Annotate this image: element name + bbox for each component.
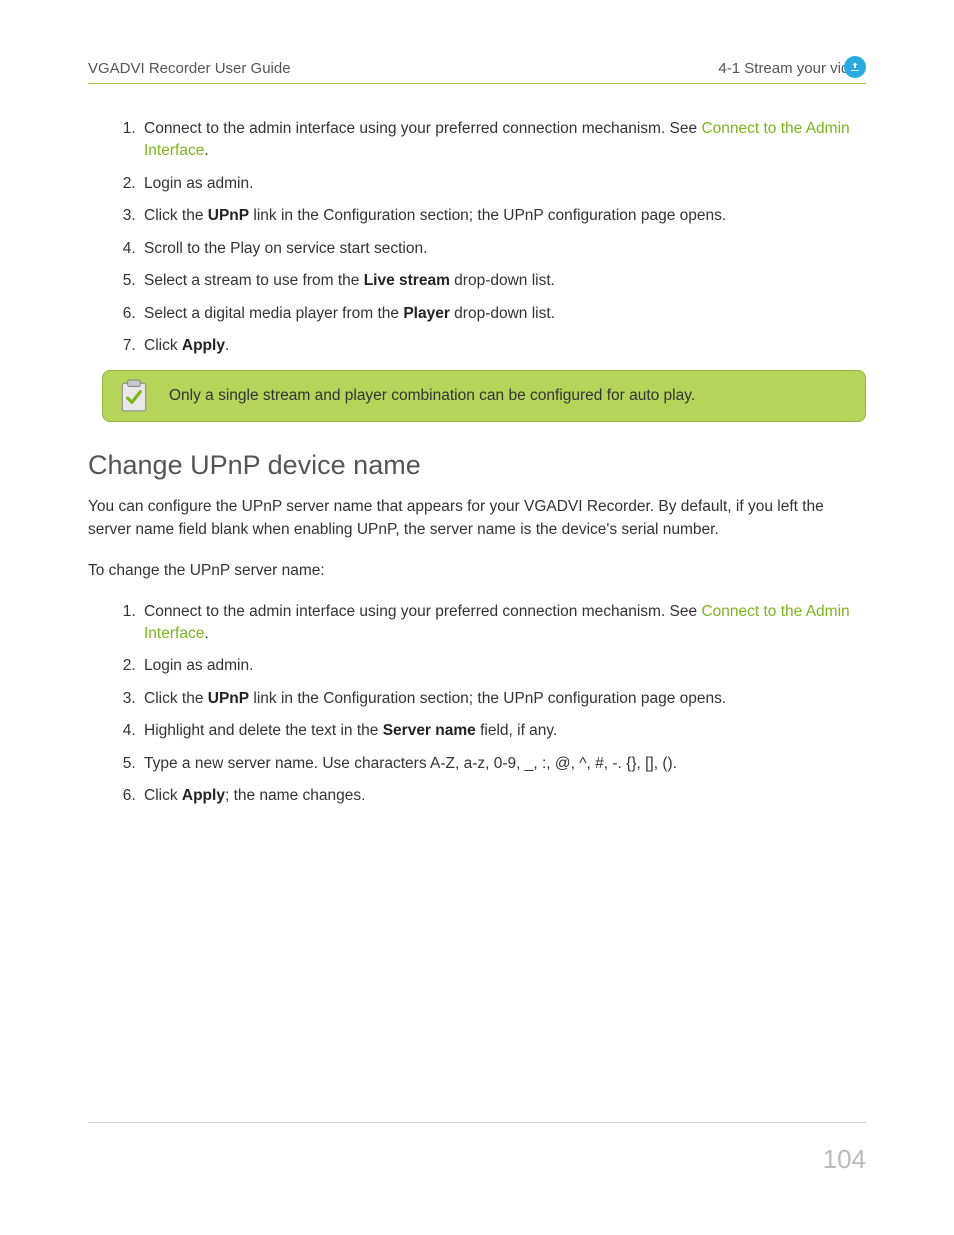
list-item: Connect to the admin interface using you… (140, 118, 866, 163)
list-item: Click Apply. (140, 335, 866, 357)
step-text: Select a digital media player from the (144, 305, 403, 322)
step-text: Click the (144, 690, 208, 707)
share-button[interactable] (844, 56, 866, 78)
step-bold: Apply (182, 337, 225, 354)
step-text: Click (144, 787, 182, 804)
header-doc-title: VGADVI Recorder User Guide (88, 60, 291, 77)
step-bold: Live stream (364, 272, 450, 289)
list-item: Select a digital media player from the P… (140, 303, 866, 325)
step-text: Connect to the admin interface using you… (144, 120, 701, 137)
step-text: drop-down list. (450, 272, 555, 289)
list-item: Login as admin. (140, 655, 866, 677)
step-bold: UPnP (208, 690, 249, 707)
list-item: Connect to the admin interface using you… (140, 601, 866, 646)
share-icon (849, 61, 861, 73)
list-item: Type a new server name. Use characters A… (140, 753, 866, 775)
step-text: drop-down list. (450, 305, 555, 322)
step-text: link in the Configuration section; the U… (249, 207, 726, 224)
list-item: Click the UPnP link in the Configuration… (140, 688, 866, 710)
step-bold: Apply (182, 787, 225, 804)
step-bold: UPnP (208, 207, 249, 224)
step-bold: Player (403, 305, 450, 322)
list-item: Click Apply; the name changes. (140, 785, 866, 807)
footer-divider (88, 1122, 866, 1123)
step-text: Highlight and delete the text in the (144, 722, 383, 739)
procedure-list-2: Connect to the admin interface using you… (88, 601, 866, 808)
step-text: Select a stream to use from the (144, 272, 364, 289)
step-text: . (225, 337, 229, 354)
body-paragraph: To change the UPnP server name: (88, 559, 866, 582)
body-paragraph: You can configure the UPnP server name t… (88, 495, 866, 542)
list-item: Click the UPnP link in the Configuration… (140, 205, 866, 227)
step-text: . (204, 142, 208, 159)
list-item: Select a stream to use from the Live str… (140, 270, 866, 292)
page-number: 104 (823, 1144, 866, 1175)
list-item: Scroll to the Play on service start sect… (140, 238, 866, 260)
step-text: . (204, 625, 208, 642)
step-text: Connect to the admin interface using you… (144, 603, 701, 620)
section-heading: Change UPnP device name (88, 450, 866, 481)
list-item: Login as admin. (140, 173, 866, 195)
list-item: Highlight and delete the text in the Ser… (140, 720, 866, 742)
page-content: VGADVI Recorder User Guide 4-1 Stream yo… (0, 0, 954, 808)
step-text: ; the name changes. (225, 787, 365, 804)
step-text: field, if any. (476, 722, 558, 739)
step-text: link in the Configuration section; the U… (249, 690, 726, 707)
step-text: Click the (144, 207, 208, 224)
clipboard-check-icon (117, 379, 151, 413)
step-text: Click (144, 337, 182, 354)
page-header: VGADVI Recorder User Guide 4-1 Stream yo… (88, 60, 866, 84)
note-text: Only a single stream and player combinat… (169, 387, 695, 405)
procedure-list-1: Connect to the admin interface using you… (88, 118, 866, 358)
step-bold: Server name (383, 722, 476, 739)
note-callout: Only a single stream and player combinat… (102, 370, 866, 422)
